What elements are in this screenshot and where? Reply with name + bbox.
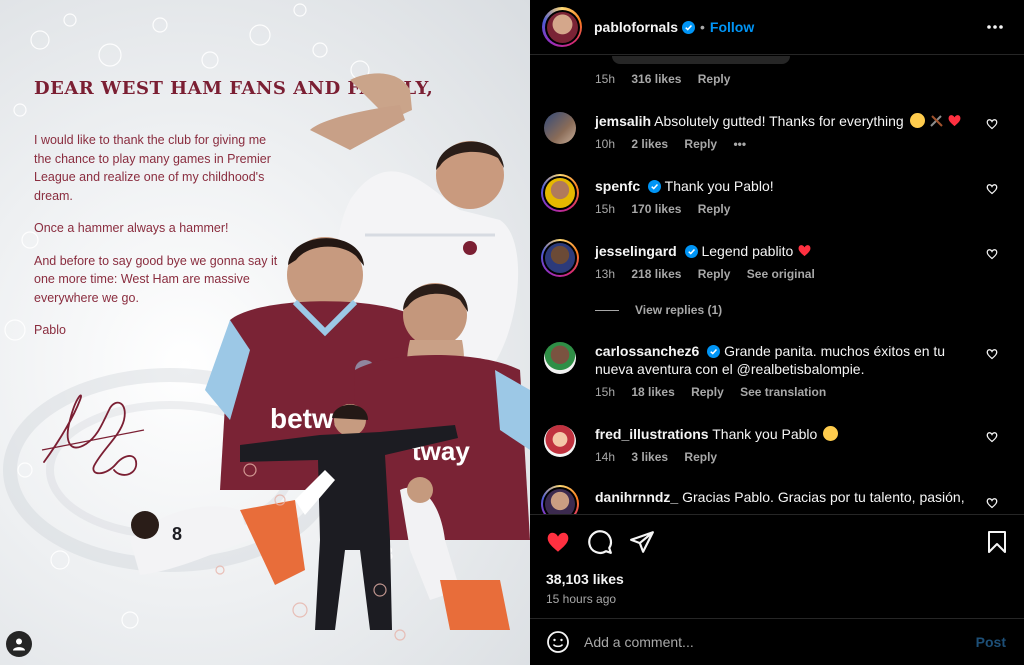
see-translation-button[interactable]: See translation (740, 385, 826, 399)
more-options-button[interactable]: ••• (733, 137, 746, 151)
hammer-and-pick-icon (929, 113, 944, 128)
verified-icon (684, 245, 698, 258)
view-replies-button[interactable]: View replies (1) (595, 303, 722, 317)
comment-meta: 14h 3 likes Reply (595, 450, 730, 464)
avatar[interactable] (544, 342, 576, 374)
comment-time: 13h (595, 267, 616, 281)
comment-likes[interactable]: 18 likes (631, 385, 674, 399)
separator: • (700, 19, 705, 35)
header-username[interactable]: pablofornals (594, 19, 678, 35)
post-timestamp: 15 hours ago (546, 592, 617, 606)
comment-meta: 13h 218 likes Reply See original (595, 267, 828, 281)
comment-composer: Add a comment... Post (530, 618, 1024, 665)
comment-username[interactable]: spenfc (595, 178, 640, 194)
reply-button[interactable]: Reply (691, 385, 724, 399)
comment-likes[interactable]: 218 likes (631, 267, 681, 281)
heart-icon[interactable] (986, 348, 998, 360)
bookmark-icon[interactable] (986, 530, 1008, 554)
like-count[interactable]: 38,103 likes (546, 571, 624, 587)
reply-button[interactable]: Reply (698, 202, 731, 216)
comment-text: spenfc Thank you Pablo! (595, 178, 774, 194)
emoji-icon[interactable] (546, 630, 570, 654)
avatar[interactable] (541, 485, 579, 514)
comment-time: 15h (595, 385, 616, 399)
comment-text: jemsalih Absolutely gutted! Thanks for e… (595, 112, 975, 130)
heart-icon[interactable] (986, 497, 998, 509)
post-header: pablofornals • Follow (530, 0, 1024, 55)
post-image[interactable]: DEAR WEST HAM FANS AND FAMILY, I would l… (0, 0, 530, 665)
shirt-number: 8 (172, 524, 182, 544)
comment-input[interactable]: Add a comment... (584, 634, 976, 650)
avatar[interactable] (541, 174, 579, 212)
user-tag-button[interactable] (6, 631, 32, 657)
comment-likes[interactable]: 170 likes (631, 202, 681, 216)
comment-time: 15h (595, 202, 616, 216)
comment-meta: 10h 2 likes Reply ••• (595, 137, 759, 151)
post-button[interactable]: Post (976, 634, 1006, 650)
post-sidebar: pablofornals • Follow 15h 316 likes Repl… (530, 0, 1024, 665)
share-icon[interactable] (629, 529, 655, 555)
crying-face-icon (909, 113, 925, 128)
comment-meta: 15h 18 likes Reply See translation (595, 385, 839, 399)
comment-text: fred_illustrations Thank you Pablo (595, 425, 975, 443)
more-icon[interactable] (986, 18, 1004, 36)
players-collage: betway tway 8 8 (130, 73, 530, 641)
comment-time: 14h (595, 450, 616, 464)
comment-likes[interactable]: 2 likes (631, 137, 668, 151)
comment-text: carlossanchez6 Grande panita. muchos éxi… (595, 343, 946, 377)
comment-icon[interactable] (587, 529, 613, 555)
comment-text: danihrnndz_ Gracias Pablo. Gracias por t… (595, 489, 965, 505)
avatar[interactable] (542, 7, 582, 47)
user-icon (13, 638, 25, 651)
see-original-button[interactable]: See original (747, 267, 815, 281)
red-heart-icon (797, 243, 812, 258)
post-actions: 38,103 likes 15 hours ago (530, 514, 1024, 618)
verified-icon (707, 345, 721, 358)
follow-button[interactable]: Follow (710, 19, 754, 35)
comment-meta: 15h 170 likes Reply (595, 202, 743, 216)
comment-likes[interactable]: 3 likes (631, 450, 668, 464)
reply-button[interactable]: Reply (698, 267, 731, 281)
reply-button[interactable]: Reply (684, 137, 717, 151)
avatar[interactable] (544, 425, 576, 457)
previous-comment-attachment (612, 56, 790, 64)
comment-username[interactable]: danihrnndz_ (595, 489, 678, 505)
comment-username[interactable]: jemsalih (595, 113, 651, 129)
divider (595, 309, 619, 311)
comment-username[interactable]: jesselingard (595, 243, 677, 259)
comment-time: 15h (595, 72, 616, 86)
heart-icon[interactable] (545, 529, 571, 555)
reply-button[interactable]: Reply (684, 450, 717, 464)
sad-face-icon (823, 426, 839, 441)
avatar[interactable] (541, 239, 579, 277)
comment-username[interactable]: carlossanchez6 (595, 343, 699, 359)
red-heart-icon (947, 113, 962, 128)
heart-icon[interactable] (986, 248, 998, 260)
verified-icon (648, 180, 662, 193)
reply-button[interactable]: Reply (698, 72, 731, 86)
comment-likes[interactable]: 316 likes (631, 72, 681, 86)
verified-icon (682, 20, 696, 34)
heart-icon[interactable] (986, 183, 998, 195)
comment-username[interactable]: fred_illustrations (595, 426, 709, 442)
comment-meta: 15h 316 likes Reply (595, 72, 743, 86)
avatar[interactable] (544, 112, 576, 144)
comment-text: jesselingard Legend pablito (595, 242, 975, 260)
comments-list[interactable]: 15h 316 likes Reply jemsalih Absolutely … (530, 56, 1024, 514)
heart-icon[interactable] (986, 431, 998, 443)
heart-icon[interactable] (986, 118, 998, 130)
comment-time: 10h (595, 137, 616, 151)
